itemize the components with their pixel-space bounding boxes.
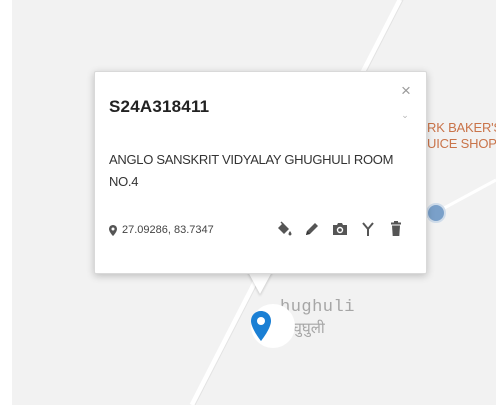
close-icon[interactable]: × bbox=[398, 82, 414, 100]
popup-toolbar bbox=[275, 218, 405, 240]
poi-label-line2: UICE SHOP bbox=[427, 136, 496, 151]
info-popup: S24A318411 × ⌄ ANGLO SANSKRIT VIDYALAY G… bbox=[94, 71, 427, 274]
popup-title: S24A318411 bbox=[109, 97, 210, 116]
poi-label[interactable]: RK BAKER'S UICE SHOP bbox=[427, 120, 496, 152]
trash-icon[interactable] bbox=[387, 219, 405, 239]
popup-address: ANGLO SANSKRIT VIDYALAY GHUGHULI ROOM NO… bbox=[109, 149, 399, 193]
location-pin-icon bbox=[109, 224, 117, 236]
chevron-down-icon[interactable]: ⌄ bbox=[399, 110, 411, 120]
poi-marker-icon[interactable] bbox=[426, 203, 446, 223]
poi-label-line1: RK BAKER'S bbox=[427, 120, 496, 135]
camera-icon[interactable] bbox=[331, 219, 349, 239]
coordinates-text: 27.09286, 83.7347 bbox=[122, 224, 214, 236]
pencil-icon[interactable] bbox=[303, 219, 321, 239]
place-label-local: घुघुली bbox=[293, 320, 325, 337]
route-fork-icon[interactable] bbox=[359, 219, 377, 239]
map-pin-icon[interactable] bbox=[250, 310, 272, 347]
address-line-1: ANGLO SANSKRIT VIDYALAY GHUGHULI ROOM bbox=[109, 152, 394, 167]
coordinates-row: 27.09286, 83.7347 bbox=[109, 222, 214, 238]
paint-bucket-icon[interactable] bbox=[275, 219, 293, 239]
address-line-2: NO.4 bbox=[109, 174, 139, 189]
